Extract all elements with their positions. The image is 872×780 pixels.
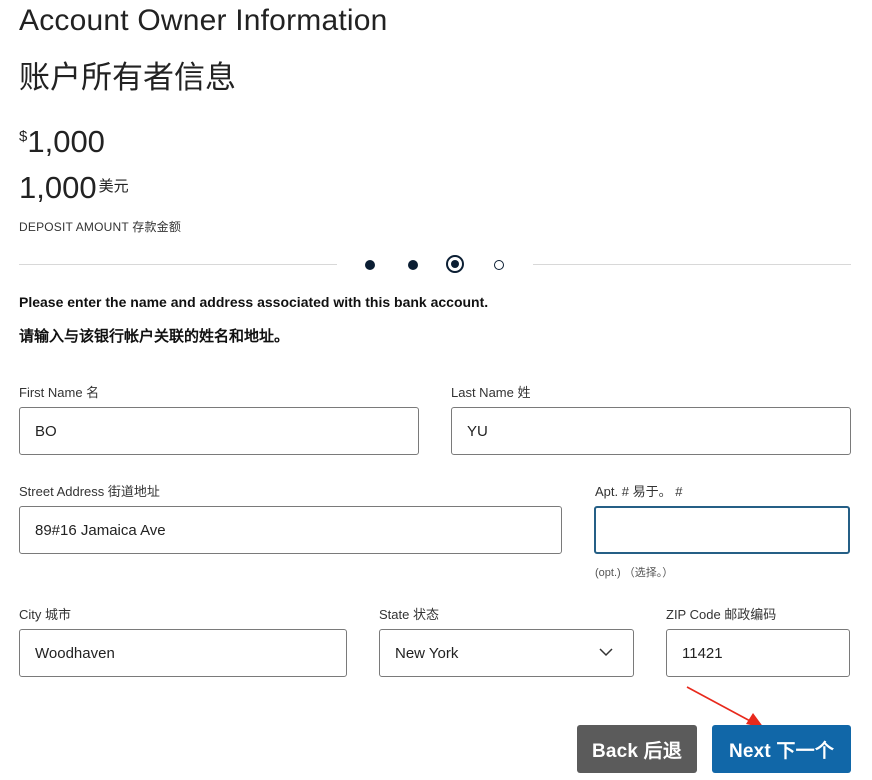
deposit-amount-cn: 1,000 美元 (19, 170, 129, 206)
back-button[interactable]: Back 后退 (577, 725, 697, 773)
progress-divider-left (19, 264, 337, 265)
first-name-value: BO (35, 422, 57, 440)
last-name-field[interactable]: YU (451, 407, 851, 455)
instructions-text: Please enter the name and address associ… (19, 294, 489, 310)
city-value: Woodhaven (35, 644, 115, 662)
deposit-amount: $1,000 (19, 124, 105, 160)
state-value: New York (395, 644, 459, 662)
apt-field[interactable] (594, 506, 850, 554)
step-3-current-dot (446, 255, 464, 273)
step-2-complete-dot (408, 260, 418, 270)
currency-symbol: $ (19, 128, 28, 145)
street-address-label: Street Address 街道地址 (19, 484, 160, 499)
city-label: City 城市 (19, 607, 72, 622)
first-name-field[interactable]: BO (19, 407, 419, 455)
street-address-field[interactable]: 89#16 Jamaica Ave (19, 506, 562, 554)
street-address-value: 89#16 Jamaica Ave (35, 521, 166, 539)
next-button[interactable]: Next 下一个 (712, 725, 851, 773)
amount-value-cn: 1,000 (19, 170, 97, 205)
last-name-label: Last Name 姓 (451, 385, 531, 400)
page-title-cn: 账户所有者信息 (19, 60, 236, 95)
zip-code-label: ZIP Code 邮政编码 (666, 607, 777, 622)
last-name-value: YU (467, 422, 488, 440)
step-4-pending-dot (494, 260, 504, 270)
apt-label: Apt. # 易于。 # (595, 484, 683, 499)
zip-code-field[interactable]: 11421 (666, 629, 850, 677)
step-1-complete-dot (365, 260, 375, 270)
page-title: Account Owner Information (19, 4, 388, 37)
amount-value: 1,000 (27, 124, 105, 159)
progress-divider-right (533, 264, 851, 265)
first-name-label: First Name 名 (19, 385, 100, 400)
state-select[interactable]: New York (379, 629, 634, 677)
state-label: State 状态 (379, 607, 439, 622)
city-field[interactable]: Woodhaven (19, 629, 347, 677)
deposit-amount-label: DEPOSIT AMOUNT 存款金额 (19, 220, 182, 234)
instructions-text-cn: 请输入与该银行帐户关联的姓名和地址。 (19, 328, 290, 345)
apt-optional-hint: (opt.) （选择。） (595, 567, 674, 579)
zip-code-value: 11421 (682, 644, 723, 662)
amount-unit-cn: 美元 (98, 178, 129, 195)
chevron-down-icon (599, 648, 613, 657)
